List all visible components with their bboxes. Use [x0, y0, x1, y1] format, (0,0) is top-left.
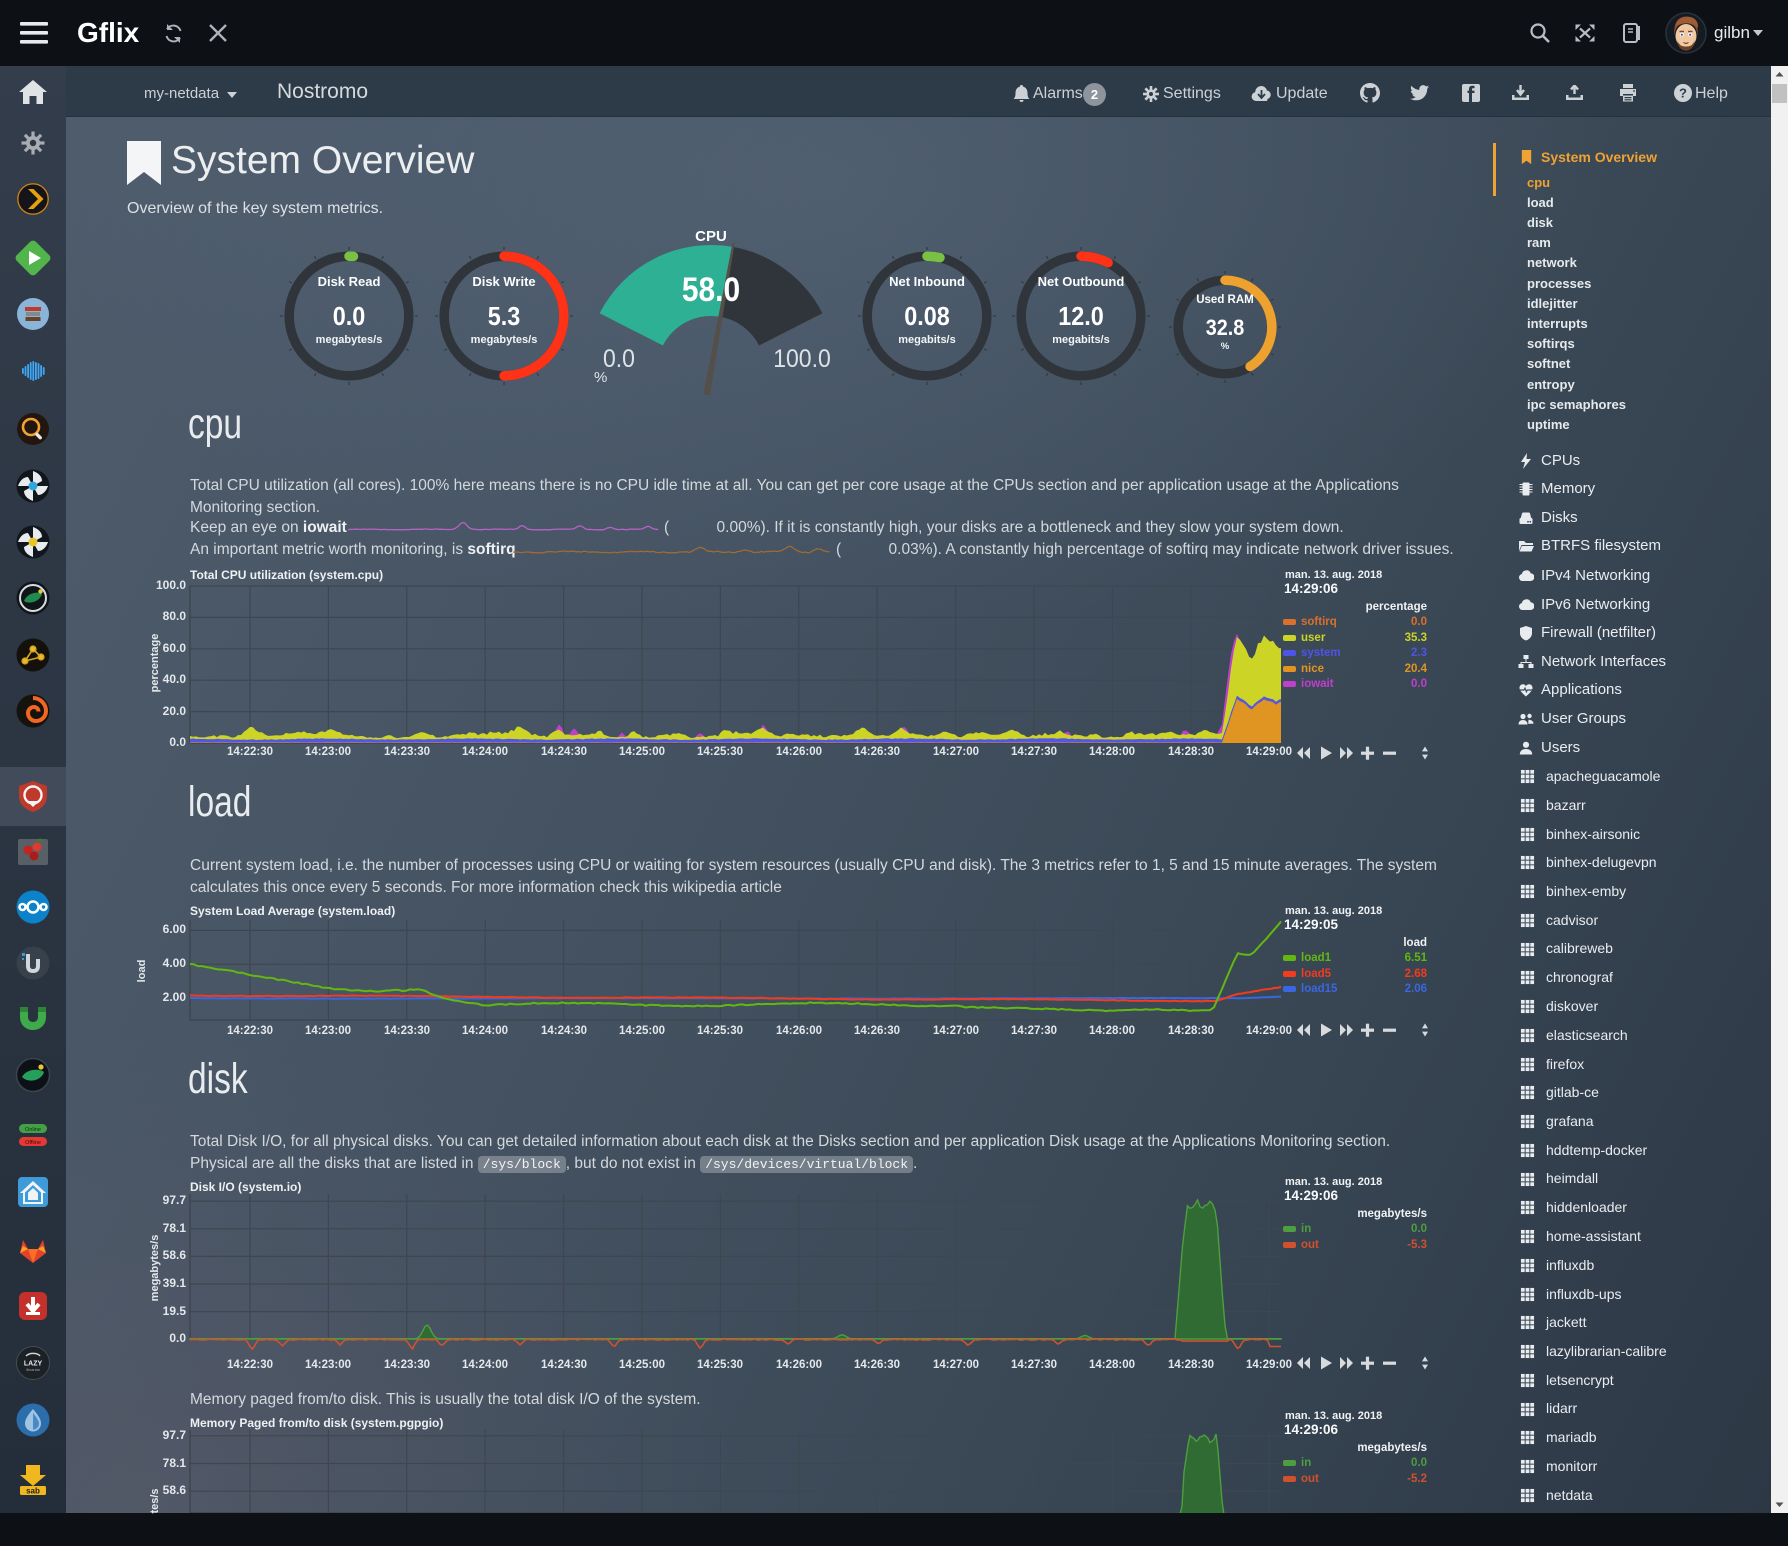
svg-text:Offline: Offline — [25, 1140, 41, 1146]
svg-text:Online: Online — [25, 1127, 41, 1133]
svg-text:sab: sab — [26, 1487, 40, 1496]
svg-text:librarian: librarian — [26, 1367, 40, 1372]
svg-text:?: ? — [1679, 86, 1687, 101]
